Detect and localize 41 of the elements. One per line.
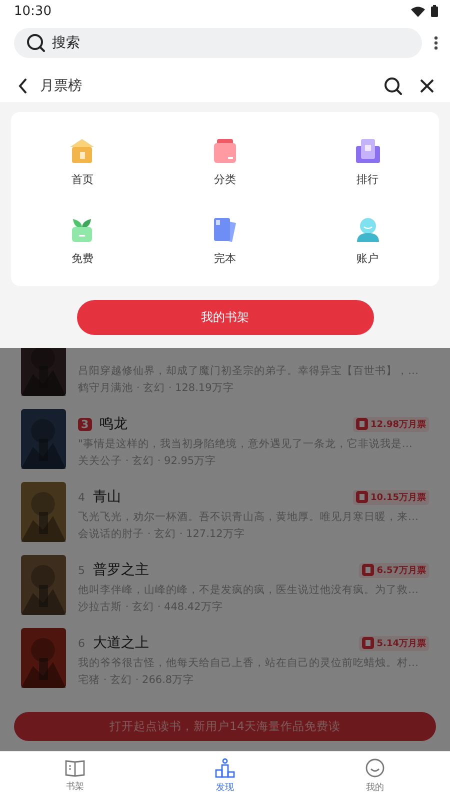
nav-tab[interactable]: 我的 xyxy=(300,752,450,800)
wifi-icon xyxy=(411,6,425,16)
search-field[interactable]: 搜索 xyxy=(14,28,422,58)
back-icon[interactable] xyxy=(18,78,28,94)
box-icon xyxy=(212,138,238,164)
ticket-icon xyxy=(362,564,374,576)
battery-icon xyxy=(431,5,438,17)
smile-icon xyxy=(365,758,385,778)
vote-badge: 6.57万月票 xyxy=(358,562,429,578)
menu-item[interactable]: 分类 xyxy=(154,138,296,187)
search-icon xyxy=(26,33,46,53)
bookshelf-button[interactable]: 我的书架 xyxy=(76,300,374,335)
books-icon xyxy=(212,217,238,243)
ticket-icon xyxy=(356,418,368,430)
book-icon xyxy=(65,759,85,777)
status-time: 10:30 xyxy=(14,4,52,18)
book-title: 普罗之主 xyxy=(93,561,149,579)
podium-icon xyxy=(215,758,235,778)
vote-badge: 5.14万月票 xyxy=(358,636,429,650)
person-icon xyxy=(354,217,381,243)
menu-item[interactable]: 免费 xyxy=(11,217,154,266)
book-title: 鸣龙 xyxy=(100,415,128,433)
menu-item[interactable]: 完本 xyxy=(154,217,296,266)
rank-number: 3 xyxy=(78,418,92,430)
ticket-icon xyxy=(356,491,368,503)
menu-item[interactable]: 账户 xyxy=(296,217,439,266)
nav-tab[interactable]: 发现 xyxy=(150,752,300,800)
ticket-icon xyxy=(362,637,374,649)
book-title: 青山 xyxy=(93,488,121,506)
card-icon xyxy=(354,138,381,164)
vote-badge: 12.98万月票 xyxy=(352,416,429,432)
more-icon[interactable] xyxy=(434,36,438,50)
nav-tab[interactable]: 书架 xyxy=(0,752,150,800)
book-title: 大道之上 xyxy=(93,634,149,652)
search-icon[interactable] xyxy=(384,77,402,95)
house-icon xyxy=(69,138,96,164)
page-title: 月票榜 xyxy=(40,77,82,95)
vote-badge: 10.15万月票 xyxy=(352,490,429,504)
menu-item[interactable]: 排行 xyxy=(296,138,439,187)
menu-item[interactable]: 首页 xyxy=(11,138,154,187)
close-icon[interactable] xyxy=(420,79,434,93)
